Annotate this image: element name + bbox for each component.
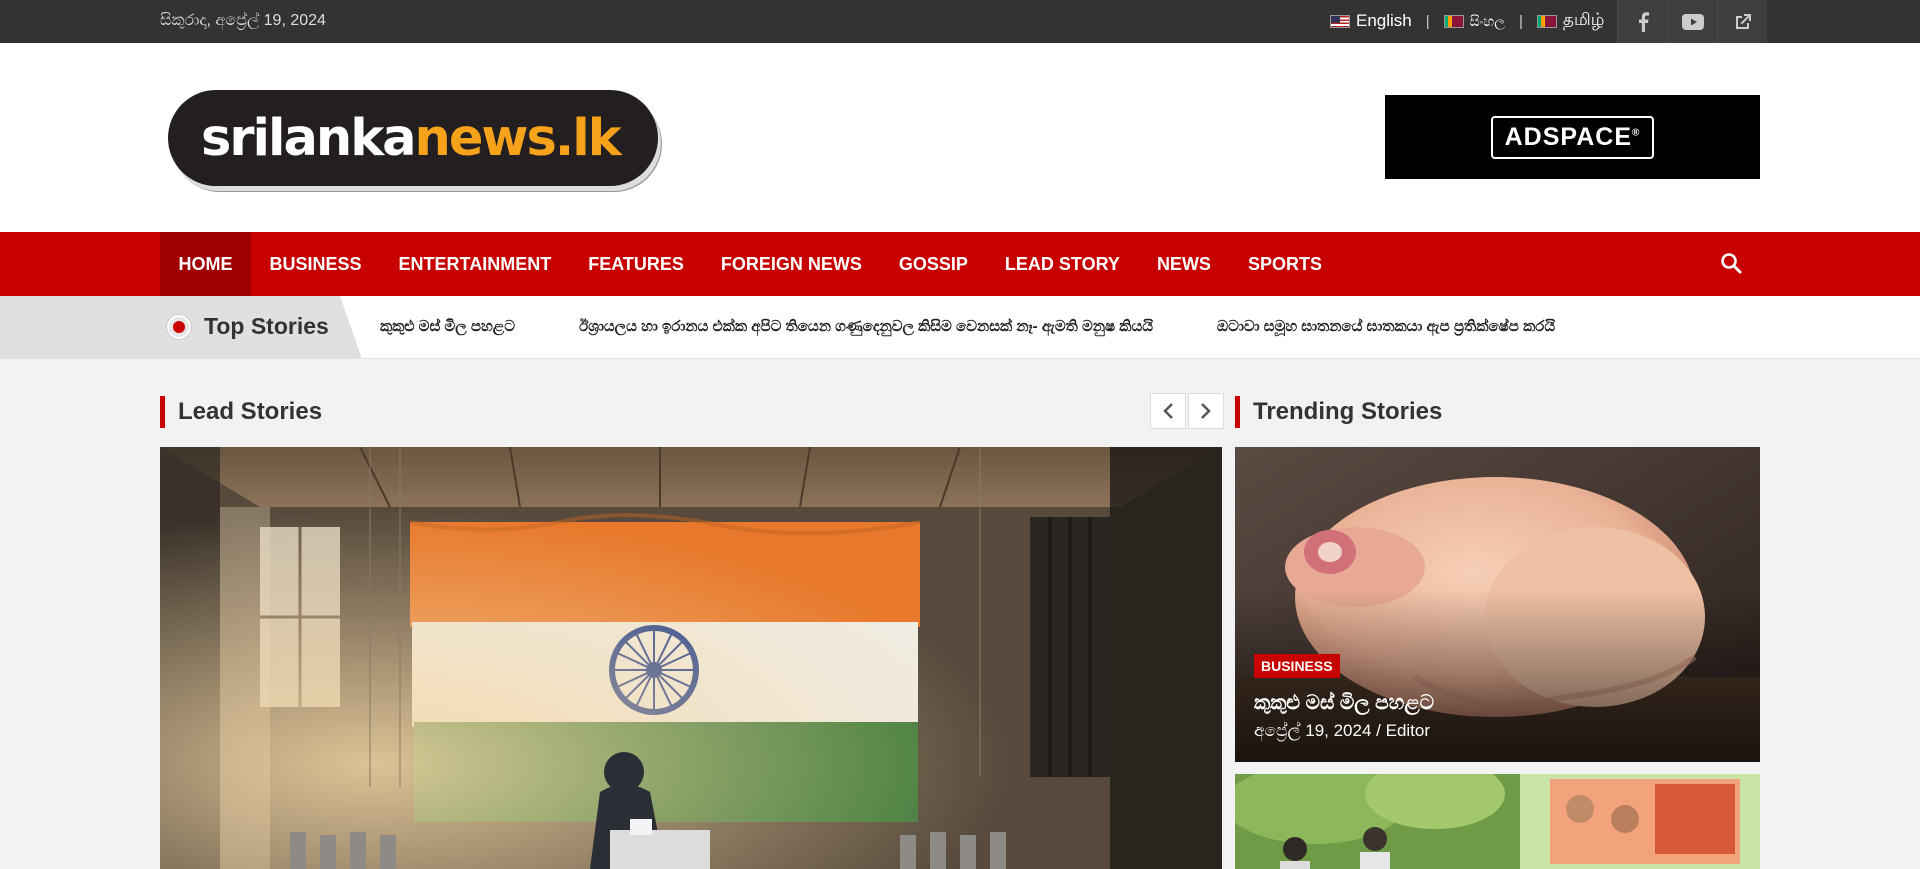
external-link[interactable] bbox=[1717, 0, 1767, 43]
site-logo[interactable]: srilanka news.lk bbox=[168, 90, 658, 186]
chevron-left-icon bbox=[1163, 403, 1173, 419]
nav-item-entertainment[interactable]: ENTERTAINMENT bbox=[380, 232, 570, 296]
post-author[interactable]: Editor bbox=[1386, 721, 1430, 740]
ticker-item[interactable]: ඊශ්‍රායලය හා ඉරානය එක්ක අපිට තියෙන ගණුදෙ… bbox=[579, 318, 1153, 335]
live-dot-icon bbox=[167, 315, 191, 339]
logo-text-orange: news.lk bbox=[414, 108, 622, 168]
lang-separator: | bbox=[1425, 12, 1430, 30]
nav-item-foreign-news[interactable]: FOREIGN NEWS bbox=[702, 232, 880, 296]
category-badge[interactable]: BUSINESS bbox=[1254, 654, 1340, 678]
nav-item-business[interactable]: BUSINESS bbox=[251, 232, 380, 296]
lang-sinhala-link[interactable]: සිංහල bbox=[1443, 12, 1505, 30]
lead-stories-title: Lead Stories bbox=[178, 398, 323, 425]
ad-logo: ADSPACE® bbox=[1490, 115, 1655, 159]
lang-tamil-link[interactable]: தமிழ் bbox=[1536, 10, 1605, 32]
logo-text-white: srilanka bbox=[201, 108, 417, 168]
lk-flag-icon bbox=[1443, 14, 1464, 28]
search-icon bbox=[1721, 253, 1742, 274]
lang-english-label: English bbox=[1356, 11, 1412, 30]
ticker-label: Top Stories bbox=[204, 313, 329, 339]
language-switcher: English | සිංහල | தமிழ் bbox=[1330, 10, 1604, 32]
facebook-link[interactable] bbox=[1617, 0, 1667, 43]
nav-item-lead-story[interactable]: LEAD STORY bbox=[986, 232, 1138, 296]
meta-separator: / bbox=[1371, 721, 1386, 740]
main-nav: HOME BUSINESS ENTERTAINMENT FEATURES FOR… bbox=[0, 232, 1920, 296]
nav-item-home[interactable]: HOME bbox=[160, 232, 251, 296]
trending-headline[interactable]: කුකුළු මස් මිල පහළට bbox=[1254, 692, 1434, 715]
lk-flag-icon bbox=[1536, 14, 1557, 28]
ad-registered-mark: ® bbox=[1632, 127, 1641, 139]
trending-story-card[interactable] bbox=[1235, 774, 1760, 869]
current-date: සිකුරාදා, අප්‍රේල් 19, 2024 bbox=[160, 12, 326, 29]
nav-item-gossip[interactable]: GOSSIP bbox=[880, 232, 986, 296]
facebook-icon bbox=[1638, 11, 1649, 32]
post-date: අප්‍රේල් 19, 2024 bbox=[1254, 721, 1372, 740]
ad-text: ADSPACE bbox=[1504, 122, 1632, 151]
nav-menu: HOME BUSINESS ENTERTAINMENT FEATURES FOR… bbox=[160, 232, 1340, 296]
lead-story-image[interactable] bbox=[160, 447, 1222, 869]
slider-prev-button[interactable] bbox=[1150, 393, 1186, 429]
slider-next-button[interactable] bbox=[1188, 393, 1224, 429]
us-flag-icon bbox=[1330, 14, 1350, 28]
top-stories-ticker: Top Stories කුකුළු මස් මිල පහළට ඊශ්‍රායල… bbox=[0, 296, 1920, 359]
lang-sinhala-label: සිංහල bbox=[1469, 12, 1505, 29]
ticker-item[interactable]: කුකුළු මස් මිල පහළට bbox=[380, 318, 515, 335]
top-bar: සිකුරාදා, අප්‍රේල් 19, 2024 English | සි… bbox=[0, 0, 1920, 43]
event-photo bbox=[1235, 774, 1760, 869]
chevron-right-icon bbox=[1201, 403, 1211, 419]
ticker-item[interactable]: ඔටාවා සමූහ ඝාතනයේ ඝාතකයා ඇප ප්‍රතික්ෂේප … bbox=[1217, 318, 1555, 335]
lang-english-link[interactable]: English bbox=[1330, 11, 1412, 31]
ticker-items: කුකුළු මස් මිල පහළට ඊශ්‍රායලය හා ඉරානය එ… bbox=[380, 318, 1555, 335]
lang-separator: | bbox=[1519, 12, 1523, 30]
trending-meta: අප්‍රේල් 19, 2024 / Editor bbox=[1254, 721, 1430, 741]
lead-story-illustration bbox=[160, 447, 1222, 869]
nav-item-sports[interactable]: SPORTS bbox=[1229, 232, 1340, 296]
youtube-link[interactable] bbox=[1667, 0, 1717, 43]
social-links bbox=[1617, 0, 1767, 43]
nav-item-features[interactable]: FEATURES bbox=[570, 232, 703, 296]
lead-slider-arrows bbox=[1150, 393, 1224, 429]
lang-tamil-label: தமிழ் bbox=[1562, 10, 1605, 29]
youtube-icon bbox=[1681, 13, 1704, 30]
site-header: srilanka news.lk ADSPACE® bbox=[0, 43, 1920, 232]
header-ad-banner[interactable]: ADSPACE® bbox=[1385, 95, 1760, 179]
trending-story-card[interactable]: BUSINESS කුකුළු මස් මිල පහළට අප්‍රේල් 19… bbox=[1235, 447, 1760, 762]
nav-item-news[interactable]: NEWS bbox=[1138, 232, 1229, 296]
search-button[interactable] bbox=[1720, 252, 1744, 276]
external-link-icon bbox=[1735, 13, 1751, 29]
trending-stories-title: Trending Stories bbox=[1253, 398, 1443, 425]
lead-stories-heading: Lead Stories bbox=[160, 396, 322, 428]
trending-stories-heading: Trending Stories bbox=[1235, 396, 1442, 428]
